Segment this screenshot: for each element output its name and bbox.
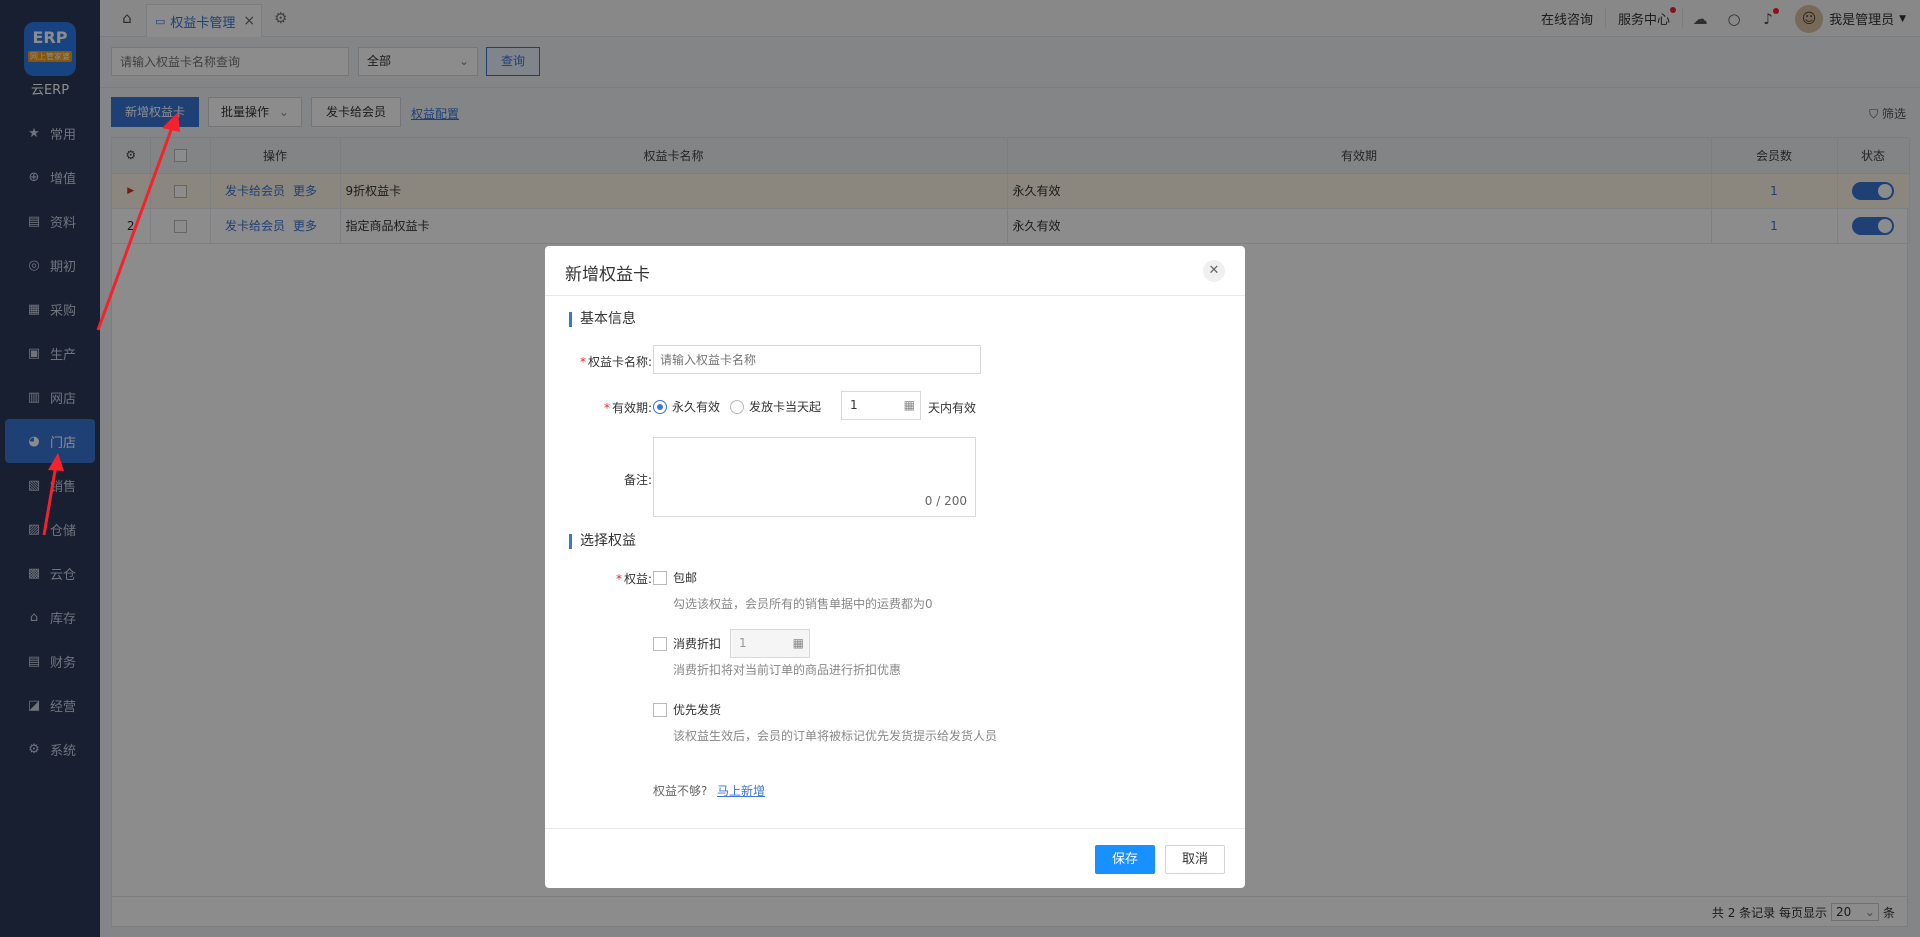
- remark-field-label: 备注:: [623, 473, 652, 487]
- radio-from-issue-day[interactable]: 发放卡当天起: [730, 398, 821, 415]
- radio-circle: [730, 399, 744, 414]
- add-right-now-link[interactable]: 马上新增: [717, 782, 765, 799]
- remark-char-count: 0 / 200: [924, 494, 967, 508]
- valid-days-suffix: 天内有效: [928, 401, 977, 415]
- right-priority-shipping-checkbox[interactable]: 优先发货: [653, 701, 721, 718]
- valid-days-input[interactable]: 1 ▦: [841, 391, 921, 420]
- close-icon[interactable]: ✕: [1203, 260, 1225, 282]
- rights-not-enough-text: 权益不够?: [653, 784, 708, 798]
- discount-value-input: 1 ▦: [730, 629, 810, 658]
- dialog-header: 新增权益卡 ✕: [545, 246, 1245, 296]
- checkbox-box: [653, 636, 667, 651]
- checkbox-box: [653, 570, 667, 585]
- right-free-shipping-checkbox[interactable]: 包邮: [653, 569, 697, 586]
- validity-field-label: * 有效期:: [603, 401, 652, 415]
- radio-from-issue-label: 发放卡当天起: [749, 400, 822, 414]
- discount-value: 1: [739, 636, 747, 650]
- calculator-icon[interactable]: ▦: [904, 392, 915, 419]
- valid-days-value: 1: [850, 398, 858, 412]
- checkbox-box: [653, 702, 667, 717]
- radio-permanent[interactable]: 永久有效: [653, 398, 720, 415]
- save-button[interactable]: 保存: [1095, 845, 1155, 874]
- rights-field-label: * 权益:: [615, 572, 652, 586]
- dialog-footer: 保存 取消: [545, 828, 1245, 888]
- add-rights-card-dialog: 新增权益卡 ✕ 基本信息 *权益卡名称: *有效期: 永久有效 发放卡当天起 1…: [545, 246, 1245, 888]
- dialog-title: 新增权益卡: [565, 265, 650, 285]
- right-free-shipping-desc: 勾选该权益，会员所有的销售单据中的运费都为0: [673, 597, 933, 611]
- calculator-icon: ▦: [792, 636, 804, 650]
- radio-permanent-label: 永久有效: [672, 400, 721, 414]
- cancel-button[interactable]: 取消: [1165, 845, 1225, 874]
- card-name-input[interactable]: [653, 345, 981, 374]
- name-field-label: * 权益卡名称:: [579, 355, 652, 369]
- right-discount-desc: 消费折扣将对当前订单的商品进行折扣优惠: [673, 663, 902, 677]
- section-select-rights: 选择权益: [569, 534, 636, 549]
- remark-textarea[interactable]: 0 / 200: [653, 437, 976, 517]
- right-free-shipping-label: 包邮: [673, 571, 698, 585]
- radio-circle-checked: [653, 399, 667, 414]
- right-discount-checkbox[interactable]: 消费折扣: [653, 635, 721, 652]
- right-priority-shipping-label: 优先发货: [673, 703, 722, 717]
- section-basic-info: 基本信息: [569, 312, 636, 327]
- right-priority-shipping-desc: 该权益生效后，会员的订单将被标记优先发货提示给发货人员: [673, 729, 998, 743]
- right-discount-label: 消费折扣: [673, 637, 722, 651]
